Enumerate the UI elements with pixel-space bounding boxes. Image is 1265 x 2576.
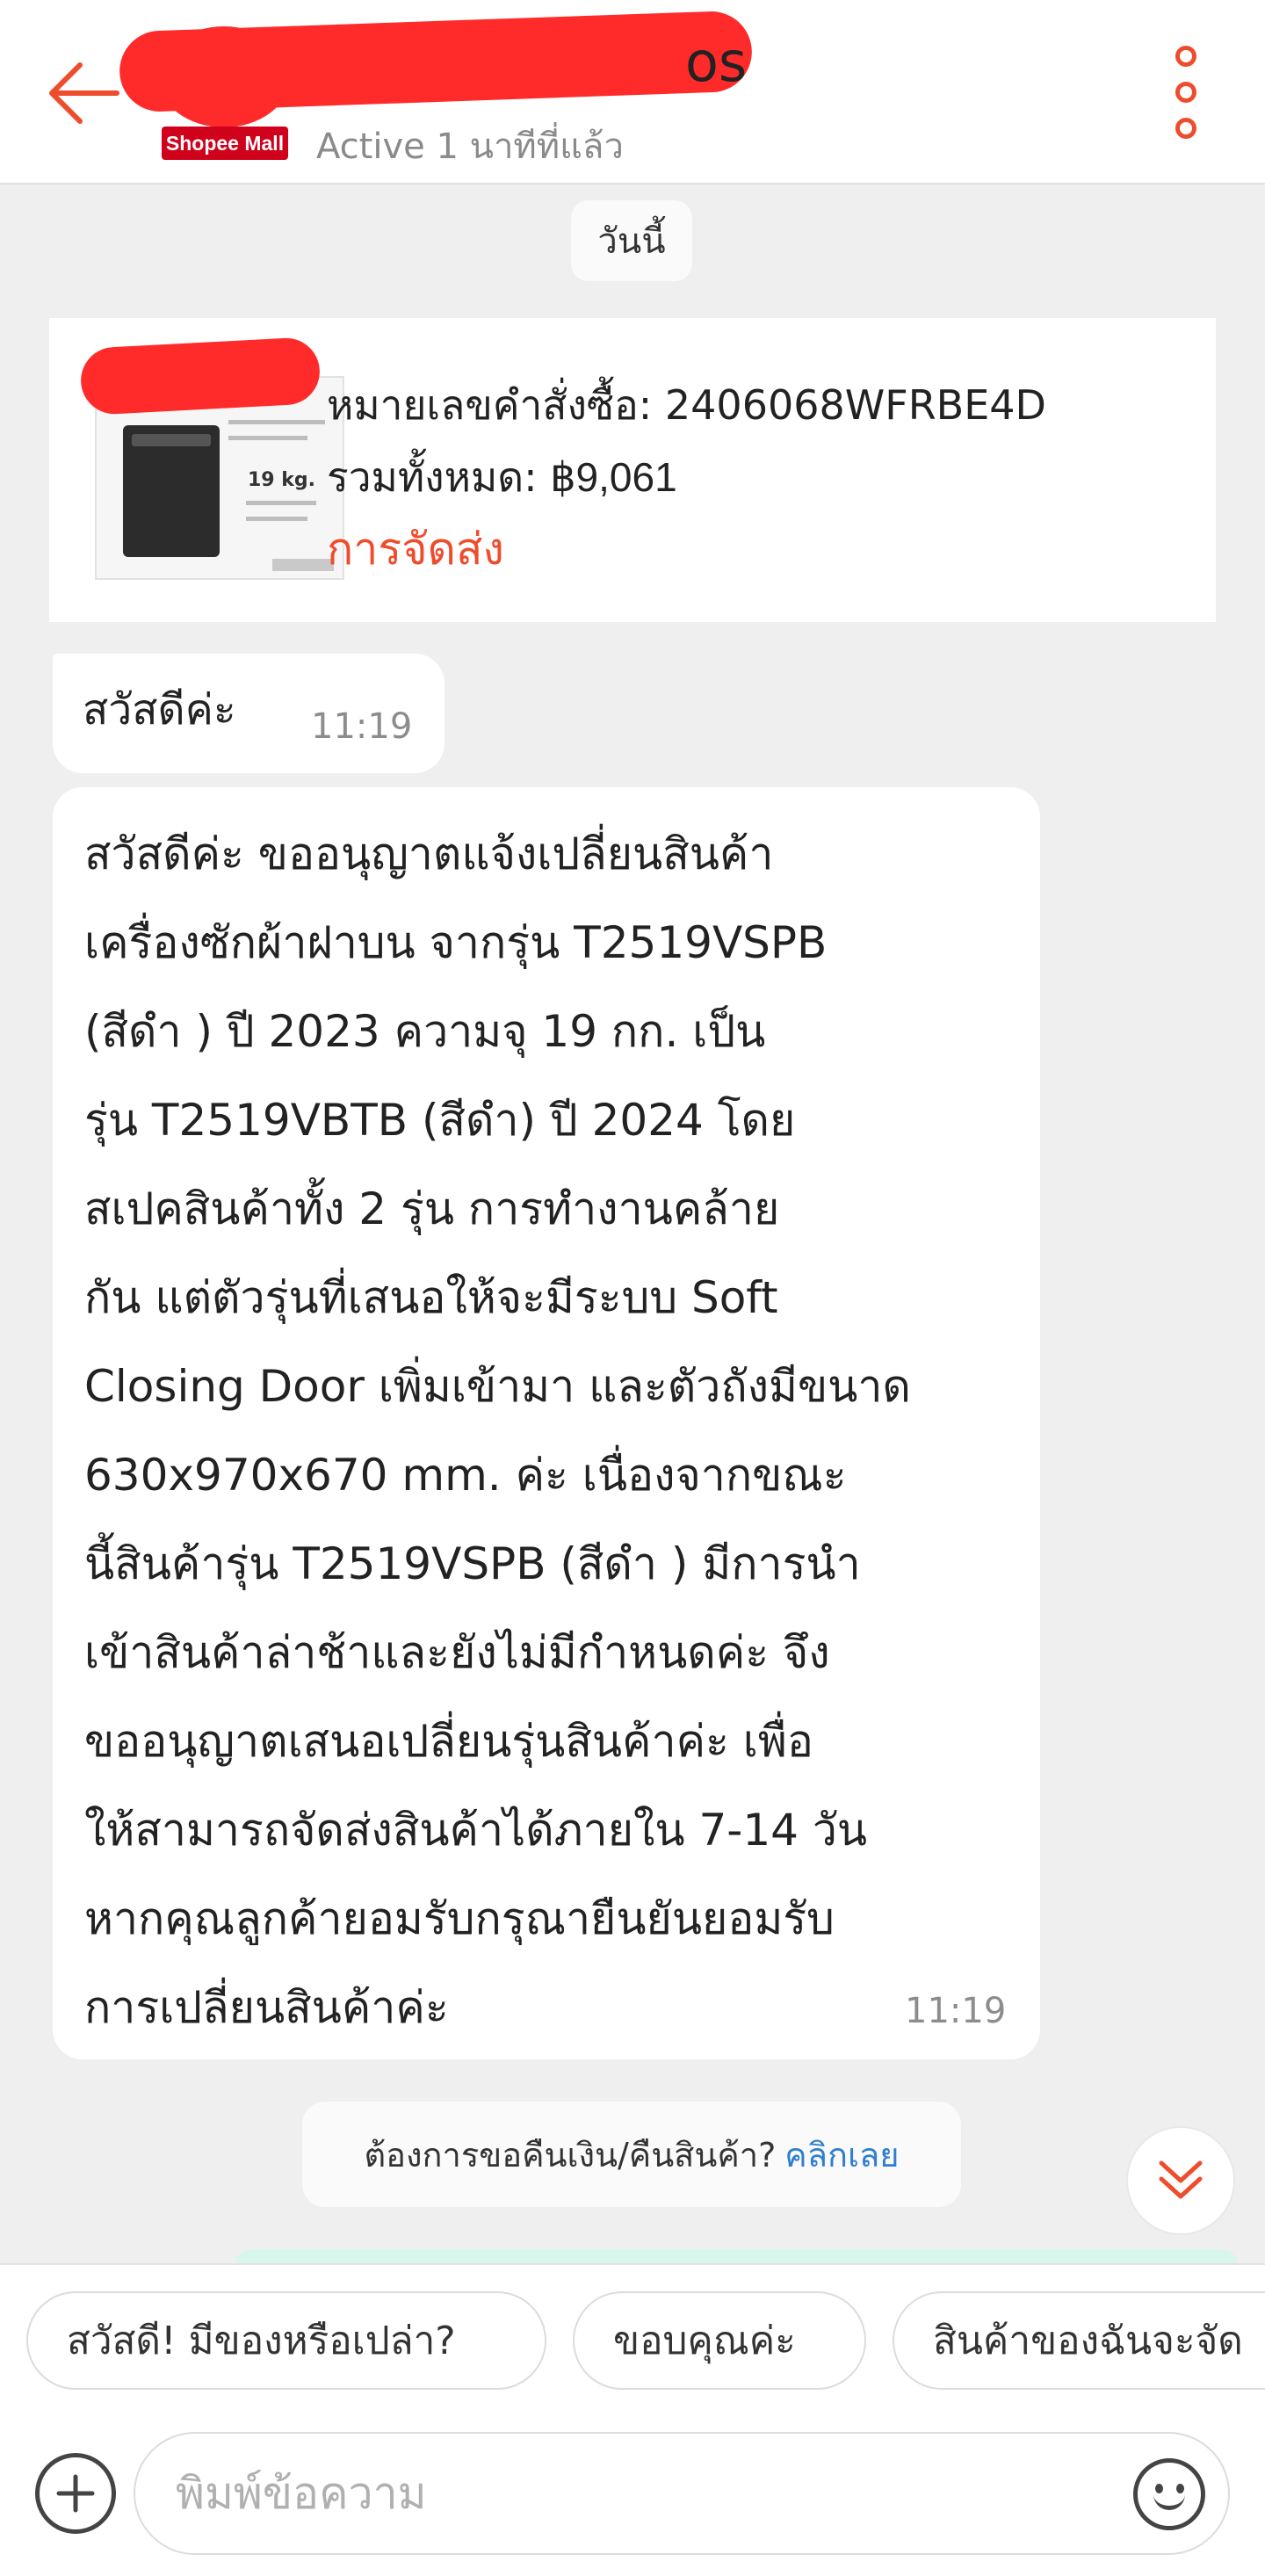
redacted-thumbnail-header — [79, 336, 322, 416]
arrow-left-icon — [49, 62, 119, 124]
shopee-mall-badge: Shopee Mall — [162, 127, 288, 160]
return-prompt-text: ต้องการขอคืนเงิน/คืนสินค้า? — [364, 2135, 777, 2174]
message-bubble[interactable]: สวัสดีค่ะ ขออนุญาตแจ้งเปลี่ยนสินค้า เครื… — [53, 787, 1040, 2059]
order-status: การจัดส่ง — [327, 524, 504, 575]
order-total-value: ฿9,061 — [550, 454, 677, 500]
thumb-line — [246, 517, 307, 521]
more-vertical-icon-dot — [1175, 118, 1196, 139]
order-number-label: หมายเลขคำสั่งซื้อ: — [327, 381, 665, 429]
order-card[interactable]: 19 kg. หมายเลขคำสั่งซื้อ: 2406068WFRBE4D… — [49, 318, 1216, 622]
active-status: Active 1 นาทีที่แล้ว — [316, 127, 624, 167]
thumb-ribbon — [272, 559, 334, 571]
chevron-double-down-icon — [1159, 2160, 1203, 2199]
quick-reply-chip[interactable]: สวัสดี! มีของหรือเปล่า? — [26, 2291, 546, 2390]
quick-reply-chip[interactable]: สินค้าของฉันจะจัด — [893, 2291, 1265, 2390]
more-vertical-icon — [1175, 46, 1196, 67]
back-button[interactable] — [39, 53, 126, 134]
smiley-icon-mouth — [1153, 2491, 1185, 2510]
washing-machine-image — [123, 425, 220, 557]
scroll-to-bottom-button[interactable] — [1126, 2126, 1235, 2235]
message-time: 11:19 — [311, 706, 413, 747]
order-total-line: รวมทั้งหมด: ฿9,061 — [327, 441, 1046, 513]
message-text: สวัสดีค่ะ — [83, 685, 236, 734]
chat-header: os Shopee Mall Active 1 นาทีที่แล้ว — [0, 0, 1265, 185]
message-text: สวัสดีค่ะ ขออนุญาตแจ้งเปลี่ยนสินค้า เครื… — [84, 829, 911, 2033]
redacted-shop-name — [118, 10, 754, 113]
more-options-button[interactable] — [1158, 46, 1214, 139]
thumb-line — [228, 420, 325, 424]
composer-area: สวัสดี! มีของหรือเปล่า? ขอบคุณค่ะ สินค้า… — [0, 2263, 1265, 2576]
thumb-line — [246, 501, 316, 505]
order-number-line: หมายเลขคำสั่งซื้อ: 2406068WFRBE4D — [327, 369, 1046, 441]
shop-name[interactable]: os — [685, 35, 747, 90]
return-click-link[interactable]: คลิกเลย — [784, 2128, 899, 2182]
date-separator: วันนี้ — [571, 200, 692, 281]
order-info: หมายเลขคำสั่งซื้อ: 2406068WFRBE4D รวมทั้… — [327, 369, 1046, 585]
plus-circle-icon — [56, 2474, 95, 2513]
quick-reply-chip[interactable]: ขอบคุณค่ะ — [573, 2291, 866, 2390]
add-attachment-button[interactable] — [35, 2453, 116, 2534]
order-number: 2406068WFRBE4D — [664, 381, 1046, 429]
order-total-label: รวมทั้งหมด: — [327, 453, 551, 501]
message-time: 11:19 — [905, 1991, 1007, 2031]
thumb-line — [228, 436, 307, 440]
emoji-button[interactable] — [1133, 2458, 1205, 2530]
more-vertical-icon-dot — [1175, 82, 1196, 103]
message-input[interactable] — [134, 2432, 1230, 2555]
thumbnail-weight: 19 kg. — [248, 469, 316, 491]
message-bubble[interactable]: สวัสดีค่ะ 11:19 — [53, 654, 445, 773]
return-refund-prompt: ต้องการขอคืนเงิน/คืนสินค้า? คลิกเลย — [302, 2102, 961, 2207]
